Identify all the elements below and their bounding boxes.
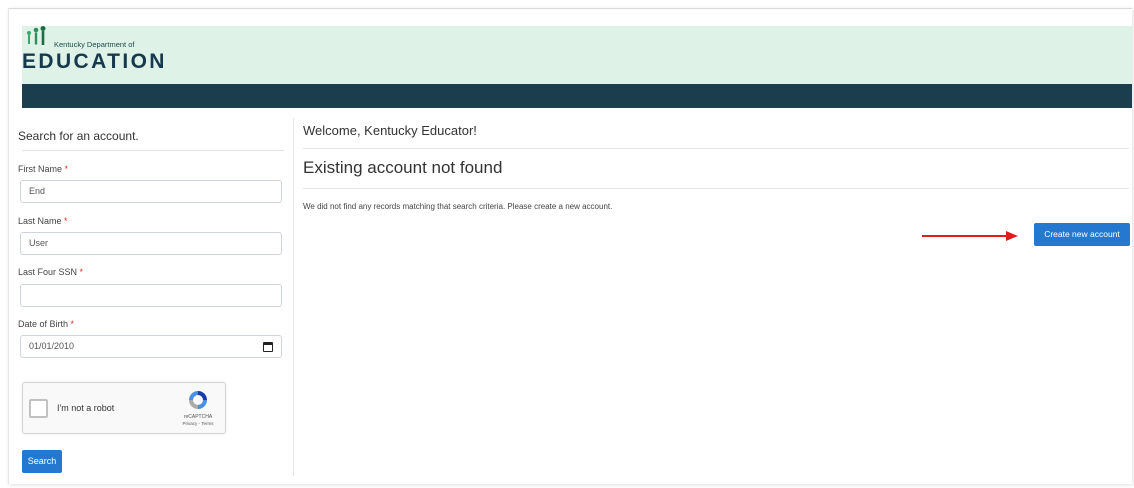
last-name-input[interactable]: User [20,232,282,255]
annotation-arrow-head-icon [1006,231,1018,241]
brand-header: Kentucky Department of EDUCATION [22,26,1132,84]
recaptcha-widget: I'm not a robot reCAPTCHA Privacy - Term… [22,382,226,434]
search-panel: Search for an account. First Name * End … [18,118,294,476]
divider [303,148,1129,149]
create-account-button[interactable]: Create new account [1034,223,1130,246]
recaptcha-label: I'm not a robot [57,403,115,413]
dob-value: 01/01/2010 [29,341,75,351]
page-title: Existing account not found [303,158,503,177]
kde-logo-icon [27,26,46,45]
first-name-label: First Name * [18,164,69,174]
ssn-input[interactable] [20,284,282,307]
first-name-input[interactable]: End [20,180,282,203]
divider [22,150,284,151]
recaptcha-terms-link[interactable]: Privacy - Terms [175,421,221,426]
nav-bar [22,84,1132,108]
logo-org-big: EDUCATION [22,50,167,73]
calendar-icon[interactable] [263,342,273,352]
last-name-label: Last Name * [18,216,68,226]
annotation-arrow-line [922,235,1008,237]
not-found-message: We did not find any records matching tha… [303,202,613,211]
recaptcha-checkbox[interactable] [29,399,48,418]
recaptcha-brand: reCAPTCHA [183,414,213,420]
welcome-text: Welcome, Kentucky Educator! [303,123,477,138]
ssn-label: Last Four SSN * [18,267,84,277]
search-panel-title: Search for an account. [18,129,139,143]
divider [303,188,1129,189]
dob-input[interactable]: 01/01/2010 [20,335,282,358]
logo-org-small: Kentucky Department of [54,40,135,49]
dob-label: Date of Birth * [18,319,75,329]
recaptcha-logo-icon [189,391,207,409]
search-button[interactable]: Search [22,450,62,473]
